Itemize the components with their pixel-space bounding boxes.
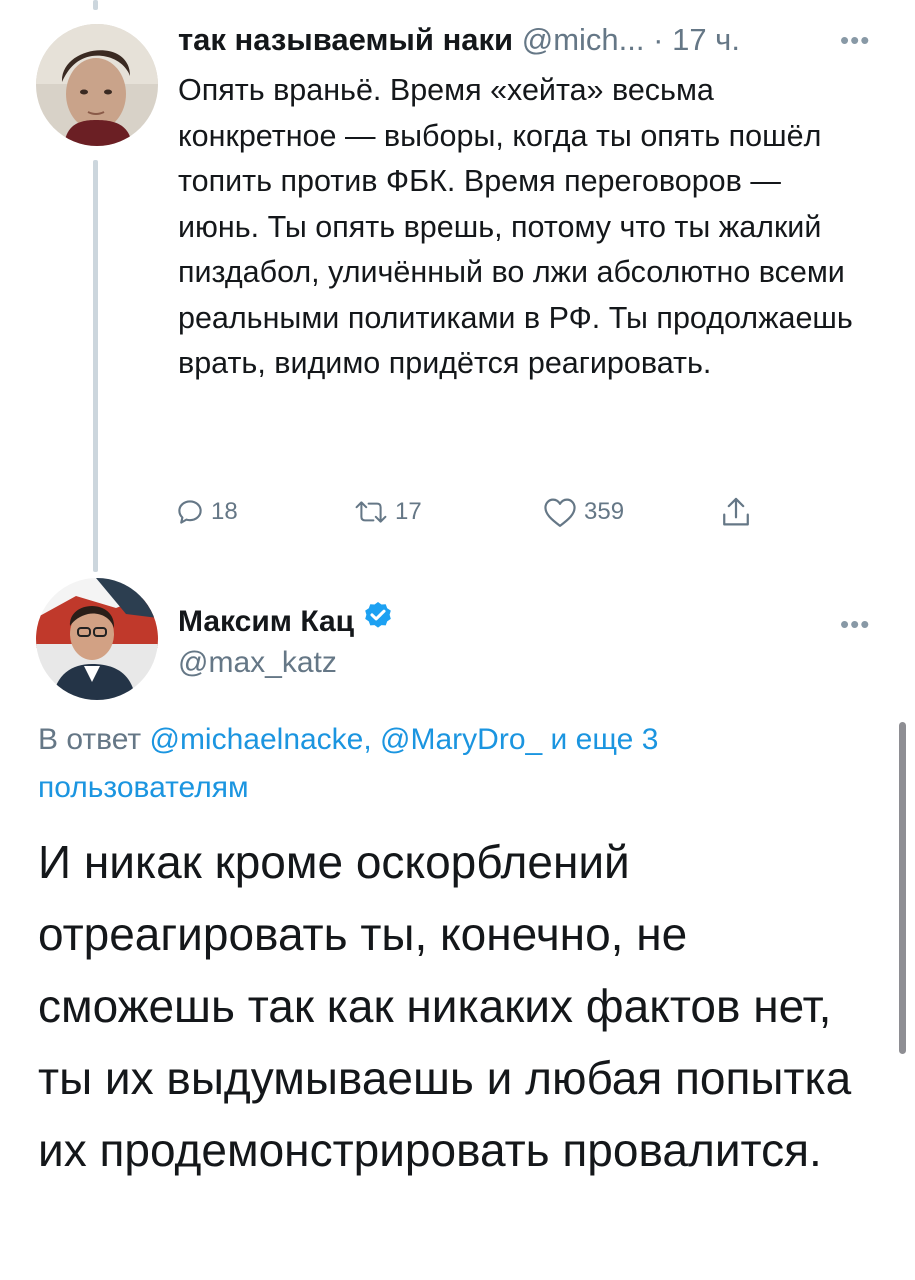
reply-button[interactable]: 18 <box>175 490 238 534</box>
mention-link[interactable]: @MaryDro_ <box>380 723 542 756</box>
more-icon[interactable]: ••• <box>840 27 870 53</box>
tweet1-header: так называемый наки @mich... · 17 ч. <box>178 18 888 62</box>
author-handle[interactable]: @max_katz <box>178 643 337 683</box>
reply-count: 18 <box>211 498 238 525</box>
avatar-tweet2[interactable] <box>36 578 158 700</box>
like-button[interactable]: 359 <box>542 490 624 534</box>
tweet1-actions: 18 17 359 <box>175 490 795 534</box>
scrollbar[interactable] <box>899 722 906 1054</box>
retweet-button[interactable]: 17 <box>353 490 422 534</box>
mention-link[interactable]: @michaelnacke, <box>149 723 371 756</box>
reply-icon <box>175 497 205 527</box>
retweet-count: 17 <box>395 498 422 525</box>
more-icon[interactable]: ••• <box>840 611 870 637</box>
retweet-icon <box>353 497 389 527</box>
thread-line-top <box>93 0 98 10</box>
reply-prefix: В ответ <box>38 723 142 756</box>
avatar-tweet1[interactable] <box>36 24 158 146</box>
verified-badge-icon <box>362 600 394 643</box>
reply-context: В ответ @michaelnacke, @MaryDro_ и еще 3… <box>38 716 818 812</box>
heart-icon <box>542 496 578 528</box>
tweet2-author: Максим Кац <box>178 600 394 643</box>
avatar-photo <box>36 24 158 146</box>
author-handle[interactable]: @mich... <box>522 22 645 57</box>
author-name[interactable]: так называемый наки <box>178 22 513 57</box>
tweet1-text: Опять враньё. Время «хейта» весьма конкр… <box>178 73 853 380</box>
author-name[interactable]: Максим Кац <box>178 602 354 642</box>
share-icon <box>720 495 752 529</box>
tweet-time[interactable]: · 17 ч. <box>653 22 740 57</box>
tweet2-text: И никак кроме оскорблений отреагировать … <box>38 836 852 1176</box>
like-count: 359 <box>584 498 625 525</box>
share-button[interactable] <box>720 490 752 534</box>
thread-line <box>93 160 98 572</box>
avatar-photo <box>36 578 158 700</box>
